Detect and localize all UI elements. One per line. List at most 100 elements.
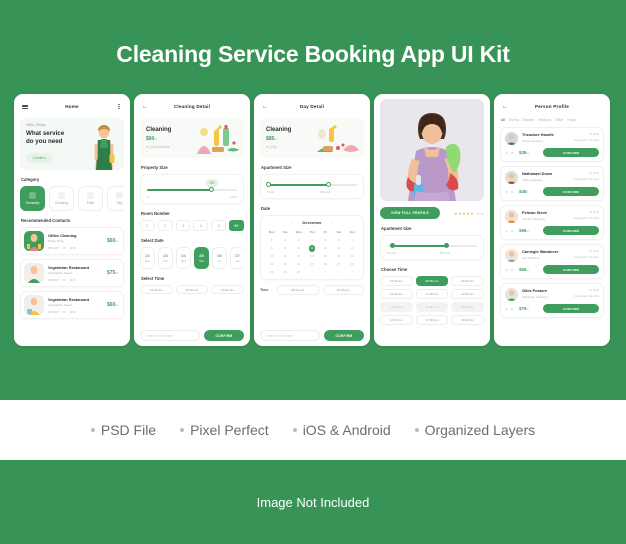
calendar-day[interactable]: 25 [305, 261, 318, 268]
filter-tab-house[interactable]: House [567, 118, 576, 122]
time-chip[interactable]: 08:00 am [277, 285, 319, 295]
hero-confirm-button[interactable]: Confirm [26, 153, 53, 163]
calendar-day[interactable]: 21 [346, 253, 359, 260]
calendar-day[interactable]: 7 [346, 237, 359, 244]
room-pill[interactable]: 4 [193, 220, 209, 231]
room-pill[interactable]: 1 [140, 220, 155, 231]
confirm-button[interactable]: CONFIRM [543, 265, 599, 274]
calendar-day[interactable]: 9 [278, 245, 291, 252]
person-card[interactable]: Carnegie Wandover Car Cleaning ★ (4.4) C… [500, 244, 604, 279]
person-card[interactable]: Theodore Handle Home Cleaning ★ (4.5) Co… [500, 127, 604, 162]
time-slot[interactable]: 11:00 am [415, 289, 449, 299]
arrow-left-icon[interactable]: ← [262, 104, 268, 110]
hamburger-menu-icon[interactable] [22, 104, 28, 110]
time-slot[interactable]: 12:00 pm [451, 289, 484, 299]
calendar-day[interactable]: 29 [265, 269, 278, 276]
person-card[interactable]: Nathanael Down Office Cleaning ★ (4.4) C… [500, 166, 604, 201]
room-pill-selected[interactable]: 6+ [229, 220, 244, 231]
calendar-day-selected[interactable]: 11 [305, 245, 318, 252]
calendar-day[interactable]: 27 [332, 261, 345, 268]
room-pill[interactable]: 3 [175, 220, 191, 231]
time-slot[interactable]: 16:00 pm [380, 315, 413, 325]
filter-tab-all[interactable]: All [501, 118, 505, 122]
calendar-day[interactable]: 2 [278, 237, 291, 244]
calendar-day-next-month[interactable]: 2 [319, 269, 332, 276]
calendar-day[interactable]: 23 [278, 261, 291, 268]
category-chip-cleaning[interactable]: Cleaning [49, 186, 74, 211]
range-handle-min[interactable] [389, 243, 395, 249]
apartment-size-range-slider[interactable]: 20 sqft 456 sqft [380, 235, 484, 260]
calendar-day[interactable]: 3 [292, 237, 305, 244]
calendar-day[interactable]: 22 [265, 261, 278, 268]
calendar-day[interactable]: 13 [332, 245, 345, 252]
chevron-left-icon[interactable]: ‹ [291, 220, 292, 225]
time-chip[interactable]: 20:00 pm [322, 285, 364, 295]
calendar-day[interactable]: 16 [278, 253, 291, 260]
calendar-day[interactable]: 14 [346, 245, 359, 252]
date-cell[interactable]: 26 Fri [212, 247, 227, 269]
chevron-right-icon[interactable]: › [332, 220, 333, 225]
range-handle-min[interactable] [266, 182, 272, 188]
time-slot-selected[interactable]: 08:00 am [415, 276, 449, 286]
range-handle-max[interactable] [443, 243, 449, 249]
filter-tab-windows[interactable]: Windows [538, 118, 551, 122]
filter-tab-detailed[interactable]: Detailed [522, 118, 534, 122]
calendar-day[interactable]: 8 [265, 245, 278, 252]
calendar-day[interactable]: 1 [265, 237, 278, 244]
calendar[interactable]: ‹ December › Mon Tue Wed Thu Fri Sat Sun… [260, 215, 364, 280]
calendar-day[interactable]: 24 [292, 261, 305, 268]
more-vertical-icon[interactable] [116, 104, 122, 110]
phone-number-input[interactable]: Enter Your Number [260, 330, 320, 341]
slider-handle[interactable] [209, 187, 215, 193]
calendar-day[interactable]: 10 [292, 245, 305, 252]
phone-number-input[interactable]: Enter Your Number [140, 330, 200, 341]
contact-row[interactable]: Vegetarian Restaurant Vegetarian Salad O… [20, 259, 124, 287]
arrow-left-icon[interactable]: ← [142, 104, 148, 110]
category-chip-paint[interactable]: Paint [78, 186, 103, 211]
calendar-day[interactable]: 4 [305, 237, 318, 244]
view-full-profile-button[interactable]: VIEW FULL PROFILE [380, 207, 440, 219]
calendar-day[interactable]: 17 [292, 253, 305, 260]
time-slot[interactable]: 07:00 am [380, 276, 413, 286]
calendar-day-next-month[interactable]: 4 [346, 269, 359, 276]
calendar-day[interactable]: 31 [292, 269, 305, 276]
date-cell[interactable]: 24 Wed [176, 247, 191, 269]
calendar-day-next-month[interactable]: 3 [332, 269, 345, 276]
confirm-button[interactable]: CONFIRM [324, 330, 364, 341]
date-cell-selected[interactable]: 25 Thu [194, 247, 209, 269]
calendar-day-next-month[interactable]: 1 [305, 269, 318, 276]
category-chip-generally[interactable]: Generally [20, 186, 45, 211]
room-pill[interactable]: 2 [157, 220, 173, 231]
room-pill[interactable]: 5 [211, 220, 227, 231]
calendar-day[interactable]: 18 [305, 253, 318, 260]
person-card[interactable]: Pelican Steve Garden Cleaning ★ (4.7) Co… [500, 205, 604, 240]
range-handle-max[interactable] [325, 182, 331, 188]
calendar-day[interactable]: 30 [278, 269, 291, 276]
contact-row[interactable]: Office Cleaning Hilary Duse Off 12% ★ (4… [20, 227, 124, 255]
category-chip-repair[interactable]: Rep [107, 186, 124, 211]
person-card[interactable]: Giles Posture Wardrobe Cleaning ★ (4.6) … [500, 283, 604, 318]
confirm-button[interactable]: CONFIRM [543, 187, 599, 196]
apartment-size-range-slider[interactable]: 0 sqft 894 sqft [260, 174, 364, 199]
calendar-day[interactable]: 12 [319, 245, 332, 252]
arrow-left-icon[interactable]: ← [502, 104, 508, 110]
time-slot[interactable]: 10:00 am [380, 289, 413, 299]
confirm-button[interactable]: CONFIRM [543, 304, 599, 313]
time-chip[interactable]: 09:00 am [211, 285, 245, 294]
confirm-button[interactable]: CONFIRM [543, 226, 599, 235]
time-chip[interactable]: 08:00 am [175, 285, 209, 294]
calendar-day[interactable]: 28 [346, 261, 359, 268]
date-cell[interactable]: 23 Tue [158, 247, 173, 269]
filter-tab-office[interactable]: Office [555, 118, 563, 122]
calendar-day[interactable]: 19 [319, 253, 332, 260]
calendar-day[interactable]: 20 [332, 253, 345, 260]
calendar-day[interactable]: 26 [319, 261, 332, 268]
calendar-day[interactable]: 15 [265, 253, 278, 260]
calendar-day[interactable]: 5 [319, 237, 332, 244]
filter-tab-during[interactable]: During [509, 118, 518, 122]
property-size-slider[interactable]: 750 0 1,000 [140, 174, 244, 204]
time-slot[interactable]: 09:00 am [451, 276, 484, 286]
contact-row[interactable]: Vegetarian Restaurant Vegetarian Salad O… [20, 291, 124, 319]
time-slot[interactable]: 17:00 pm [415, 315, 449, 325]
date-cell[interactable]: 22 Mon [140, 247, 155, 269]
